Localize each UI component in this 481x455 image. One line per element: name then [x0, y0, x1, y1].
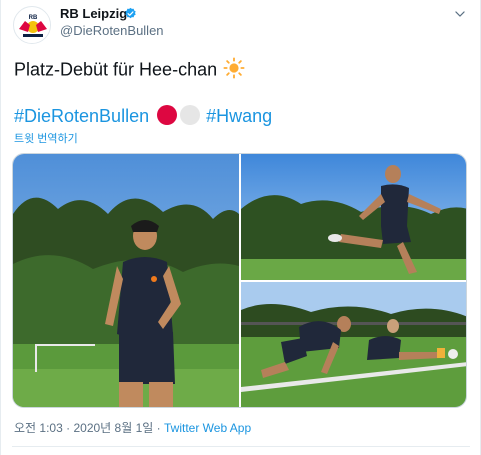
- tweet-metadata: 오전 1:03 · 2020년 8월 1일 · Twitter Web App: [14, 419, 251, 436]
- photo-player-standing[interactable]: [13, 154, 239, 407]
- tweet-source-link[interactable]: Twitter Web App: [164, 421, 251, 435]
- handle[interactable]: @DieRotenBullen: [60, 23, 164, 38]
- red-circle-icon: [157, 105, 178, 125]
- tweet-text: Platz-Debüt für Hee-chan: [14, 57, 245, 84]
- verified-badge-icon: [125, 7, 136, 19]
- tweet-time[interactable]: 오전 1:03: [14, 421, 63, 435]
- rb-leipzig-logo-icon: RB: [15, 8, 50, 43]
- avatar[interactable]: RB: [13, 6, 51, 44]
- hashtag-hwang[interactable]: #Hwang: [206, 106, 272, 126]
- meta-separator: ·: [66, 421, 71, 435]
- hashtag-line: #DieRotenBullen #Hwang: [14, 105, 272, 127]
- display-name[interactable]: RB Leipzig: [60, 6, 127, 21]
- sun-icon: [223, 57, 245, 84]
- tweet-text-body: Platz-Debüt für Hee-chan: [14, 59, 218, 80]
- tweet-date[interactable]: 2020년 8월 1일: [73, 421, 153, 435]
- hashtag-dierotenbullen[interactable]: #DieRotenBullen: [14, 106, 149, 126]
- translate-tweet-link[interactable]: 트윗 번역하기: [14, 130, 78, 146]
- media-grid: [12, 153, 467, 408]
- tweet-card: RB RB Leipzig @DieRotenBullen Platz-Debü…: [0, 0, 481, 455]
- svg-text:RB: RB: [29, 15, 38, 21]
- meta-separator: ·: [156, 421, 161, 435]
- photo-player-kicking[interactable]: [241, 154, 466, 280]
- divider: [12, 446, 470, 447]
- photo-players-stretching[interactable]: [241, 282, 466, 407]
- white-circle-icon: [180, 105, 201, 125]
- chevron-down-icon[interactable]: [453, 7, 467, 21]
